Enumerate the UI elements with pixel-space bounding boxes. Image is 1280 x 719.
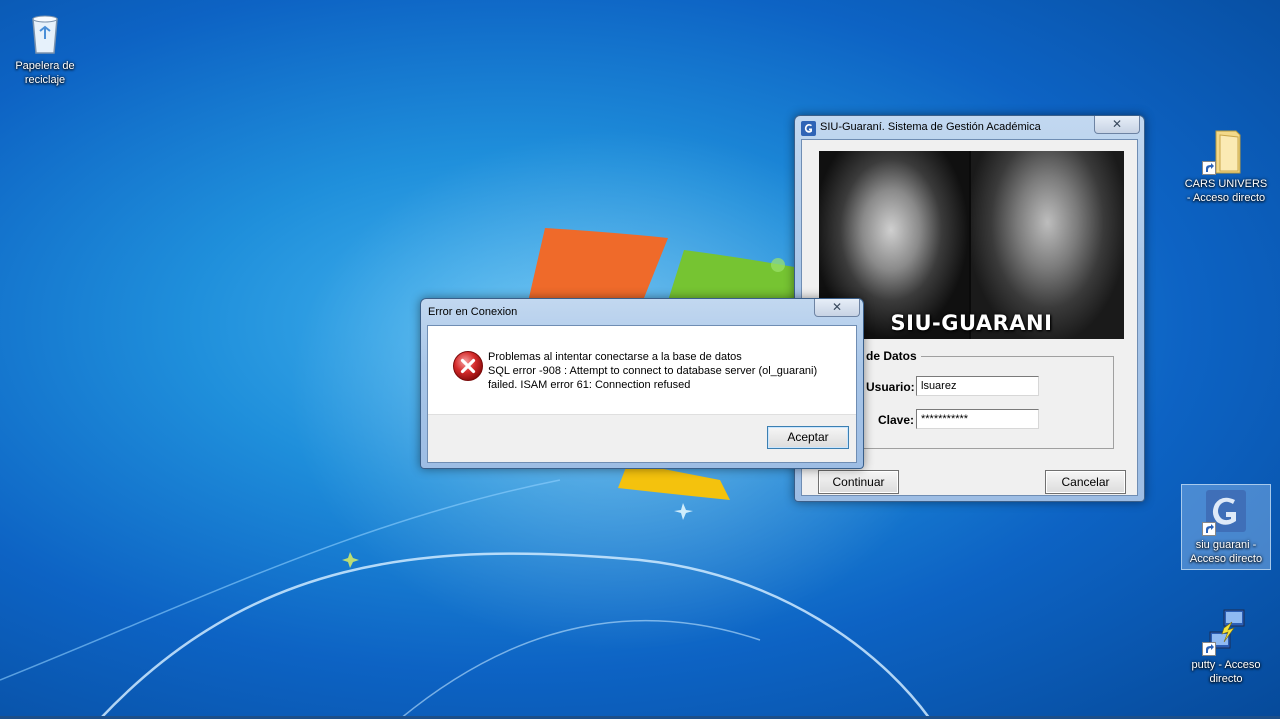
desktop-icon-putty[interactable]: putty - Acceso directo bbox=[1181, 605, 1271, 689]
siu-guarani-icon bbox=[1202, 488, 1250, 536]
shortcut-arrow-icon bbox=[1202, 642, 1216, 656]
shortcut-arrow-icon bbox=[1202, 161, 1216, 175]
error-dialog: Error en Conexion ✕ Problemas al intenta… bbox=[420, 298, 864, 469]
recycle-bin-icon bbox=[21, 9, 69, 57]
usuario-label: Usuario: bbox=[866, 380, 915, 394]
clave-label: Clave: bbox=[878, 413, 915, 427]
desktop-icon-siu-guarani[interactable]: siu guarani - Acceso directo bbox=[1181, 484, 1271, 570]
error-close-button[interactable]: ✕ bbox=[814, 299, 860, 317]
siu-app-icon bbox=[801, 121, 816, 136]
error-message-line3: failed. ISAM error 61: Connection refuse… bbox=[488, 379, 691, 391]
error-dialog-title: Error en Conexion bbox=[428, 306, 518, 318]
aceptar-button[interactable]: Aceptar bbox=[767, 426, 849, 449]
desktop-icon-recycle-bin[interactable]: Papelera de reciclaje bbox=[0, 6, 90, 90]
desktop-icon-label: putty - Acceso directo bbox=[1191, 659, 1261, 685]
siu-close-button[interactable]: ✕ bbox=[1094, 116, 1140, 134]
error-dialog-footer: Aceptar bbox=[428, 414, 856, 462]
putty-icon bbox=[1202, 608, 1250, 656]
siu-window-title: SIU-Guaraní. Sistema de Gestión Académic… bbox=[820, 121, 1041, 133]
error-message-line2: SQL error -908 : Attempt to connect to d… bbox=[488, 365, 818, 377]
login-group-title: de Datos bbox=[862, 349, 921, 363]
desktop-icon-label: CARS UNIVERS - Acceso directo bbox=[1184, 178, 1268, 204]
error-dialog-titlebar[interactable]: Error en Conexion ✕ bbox=[421, 299, 863, 323]
continuar-button[interactable]: Continuar bbox=[818, 470, 899, 494]
cancelar-button[interactable]: Cancelar bbox=[1045, 470, 1126, 494]
error-icon bbox=[453, 351, 483, 381]
siu-banner-image: SIU-GUARANI bbox=[819, 151, 1124, 339]
shortcut-arrow-icon bbox=[1202, 522, 1216, 536]
siu-window-titlebar[interactable]: SIU-Guaraní. Sistema de Gestión Académic… bbox=[795, 116, 1144, 140]
desktop-icon-label: siu guarani - Acceso directo bbox=[1189, 539, 1263, 565]
clave-input[interactable]: *********** bbox=[916, 409, 1039, 429]
siu-brand-text: SIU-GUARANI bbox=[890, 311, 1053, 335]
error-dialog-client: Problemas al intentar conectarse a la ba… bbox=[427, 325, 857, 463]
usuario-input[interactable]: lsuarez bbox=[916, 376, 1039, 396]
desktop-icon-label: Papelera de reciclaje bbox=[15, 60, 75, 86]
desktop-icon-cars-univers[interactable]: CARS UNIVERS - Acceso directo bbox=[1181, 124, 1271, 208]
error-message: Problemas al intentar conectarse a la ba… bbox=[488, 350, 828, 392]
folder-icon bbox=[1202, 127, 1250, 175]
error-message-line1: Problemas al intentar conectarse a la ba… bbox=[488, 351, 742, 363]
